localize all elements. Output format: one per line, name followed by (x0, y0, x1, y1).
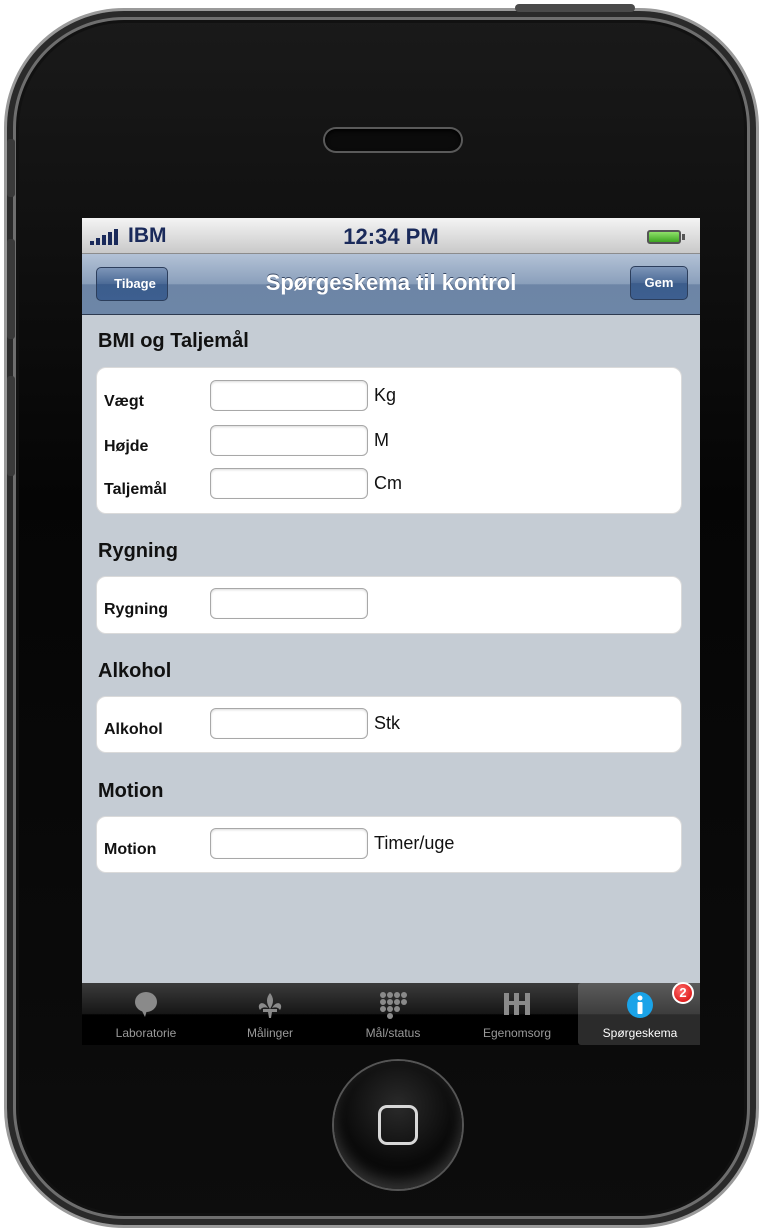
tab-label: Egenomsorg (482, 1026, 552, 1040)
form-group-bmi: Vægt Kg Højde M Taljemål Cm (96, 367, 682, 514)
tab-label: Mål/status (365, 1026, 421, 1040)
home-square-icon (378, 1105, 418, 1145)
height-input[interactable] (210, 425, 368, 456)
field-label: Vægt (104, 393, 144, 410)
tab-label: Laboratorie (115, 1026, 177, 1040)
form-group-exercise: Motion Timer/uge (96, 816, 682, 873)
status-time: 12:34 PM (343, 224, 439, 249)
volume-down-button (7, 376, 15, 476)
navigation-bar: Tibage Spørgeskema til kontrol Gem (82, 254, 700, 315)
sleep-button (515, 4, 635, 12)
form-row-weight: Vægt Kg (97, 380, 683, 424)
fleur-de-lis-icon (255, 991, 285, 1024)
waist-input[interactable] (210, 468, 368, 499)
tab-maal-status[interactable]: Mål/status (331, 983, 455, 1045)
form-row-exercise: Motion Timer/uge (97, 828, 683, 872)
tab-laboratorie[interactable]: Laboratorie (84, 983, 208, 1045)
form-group-alcohol: Alkohol Stk (96, 696, 682, 753)
form-group-smoking: Rygning (96, 576, 682, 634)
tab-spoergeskema[interactable]: 2 Spørgeskema (578, 982, 700, 1045)
tab-label: Spørgeskema (602, 1026, 678, 1040)
tab-maalinger[interactable]: Målinger (208, 983, 332, 1045)
field-label: Taljemål (104, 481, 167, 498)
exercise-input[interactable] (210, 828, 368, 859)
mute-switch (7, 139, 15, 197)
smoking-input[interactable] (210, 588, 368, 619)
status-bar: IBM 12:34 PM (82, 218, 700, 254)
section-title-exercise: Motion (98, 780, 164, 802)
notification-badge: 2 (672, 982, 694, 1004)
speech-bubble-icon (133, 991, 159, 1024)
section-title-bmi: BMI og Taljemål (98, 330, 249, 352)
section-title-alcohol: Alkohol (98, 660, 172, 682)
form-row-height: Højde M (97, 425, 683, 469)
form-row-alcohol: Alkohol Stk (97, 708, 683, 752)
tab-egenomsorg[interactable]: Egenomsorg (455, 983, 579, 1045)
tab-label: Målinger (246, 1026, 294, 1040)
field-unit: Stk (374, 713, 401, 733)
field-label: Rygning (104, 601, 168, 618)
field-label: Alkohol (104, 721, 163, 738)
field-label: Motion (104, 841, 157, 858)
battery-icon (647, 230, 685, 244)
grid-dots-icon (379, 991, 407, 1024)
section-title-smoking: Rygning (98, 540, 178, 562)
page-title: Spørgeskema til kontrol (265, 270, 517, 295)
alcohol-input[interactable] (210, 708, 368, 739)
tools-icon (503, 991, 531, 1022)
weight-input[interactable] (210, 380, 368, 411)
save-button[interactable]: Gem (630, 266, 688, 300)
field-label: Højde (104, 438, 149, 455)
form-row-smoking: Rygning (97, 588, 683, 632)
field-unit: Timer/uge (374, 833, 455, 853)
info-icon (626, 991, 654, 1024)
tab-bar: Laboratorie Målinger Mål/status Egenomso… (82, 982, 700, 1045)
field-unit: Cm (374, 473, 402, 493)
home-button[interactable] (334, 1061, 462, 1189)
earpiece-speaker (325, 129, 461, 151)
screen: IBM 12:34 PM Tibage Spørgeskema til kont… (82, 218, 700, 1045)
field-unit: Kg (374, 385, 397, 405)
field-unit: M (374, 430, 389, 450)
volume-up-button (7, 239, 15, 339)
form-row-waist: Taljemål Cm (97, 468, 683, 512)
